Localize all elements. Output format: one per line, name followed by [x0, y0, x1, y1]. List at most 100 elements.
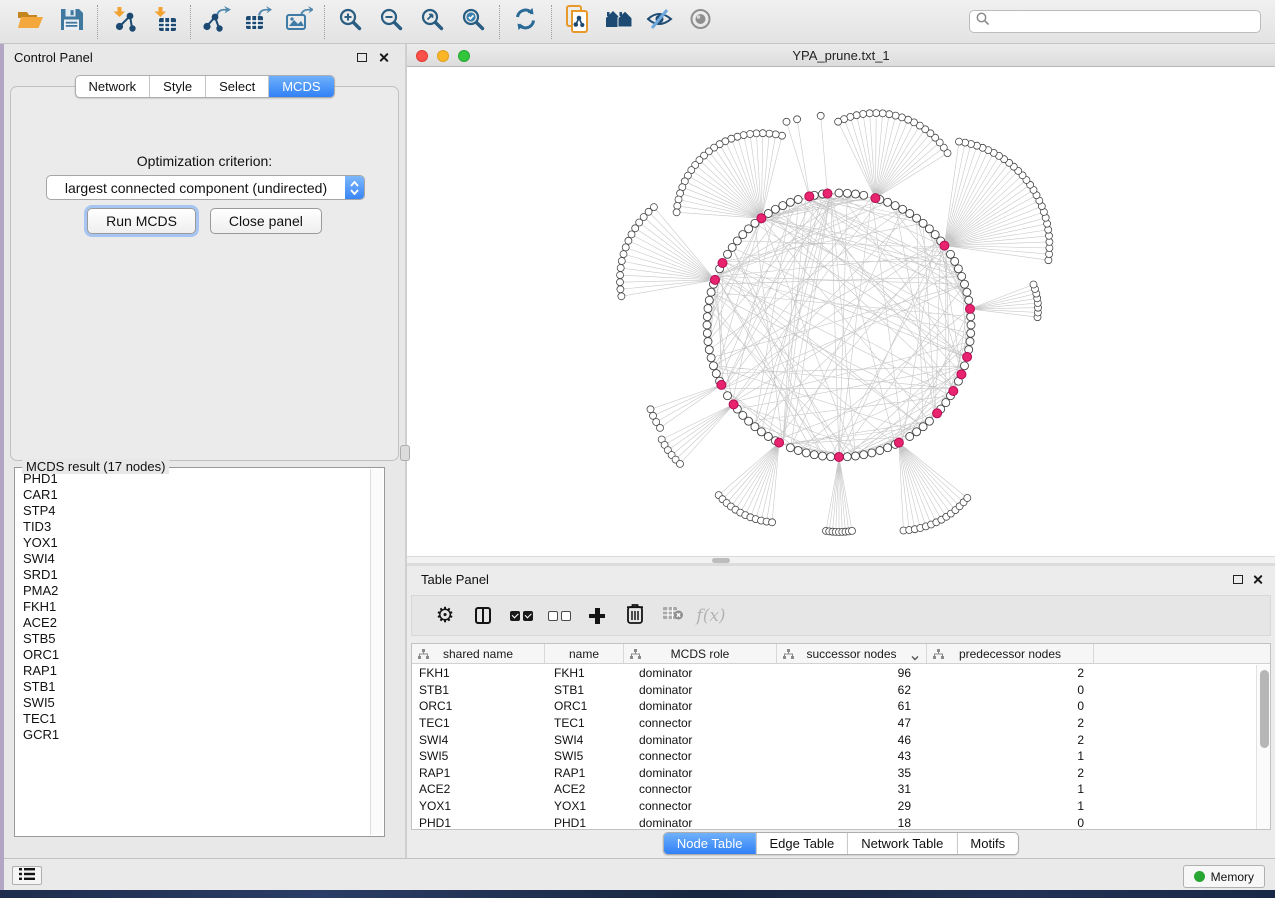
deselect-all-button[interactable] — [540, 599, 578, 633]
float-window-icon[interactable] — [357, 53, 367, 62]
list-item[interactable]: TEC1 — [16, 711, 369, 727]
mcds-hub-node[interactable] — [940, 241, 949, 250]
network-node[interactable] — [827, 453, 835, 461]
network-node[interactable] — [710, 362, 718, 370]
mcds-hub-node[interactable] — [957, 370, 966, 379]
list-item[interactable]: RAP1 — [16, 663, 369, 679]
table-row[interactable]: SWI5SWI5connector431 — [412, 748, 1256, 765]
import-network-button[interactable] — [103, 4, 144, 40]
mcds-hub-node[interactable] — [775, 438, 784, 447]
tab-node-table[interactable]: Node Table — [664, 833, 757, 854]
column-header-mcds-role[interactable]: MCDS role — [624, 644, 777, 663]
show-graphics-details-button[interactable] — [680, 4, 721, 40]
mcds-hub-node[interactable] — [835, 453, 844, 462]
network-leaf-node[interactable] — [622, 244, 629, 251]
function-builder-button[interactable]: f(x) — [692, 599, 730, 633]
network-node[interactable] — [906, 210, 914, 218]
mcds-result-scrollbar[interactable] — [370, 469, 383, 835]
network-leaf-node[interactable] — [617, 272, 624, 279]
show-panels-button[interactable] — [12, 866, 42, 885]
network-node[interactable] — [884, 444, 892, 452]
export-table-button[interactable] — [237, 4, 278, 40]
network-node[interactable] — [843, 453, 851, 461]
tab-select[interactable]: Select — [206, 76, 269, 97]
criterion-select[interactable]: largest connected component (undirected) — [46, 175, 365, 200]
network-canvas[interactable] — [407, 67, 1275, 556]
network-node[interactable] — [947, 250, 955, 258]
import-table-button[interactable] — [144, 4, 185, 40]
network-node[interactable] — [794, 196, 802, 204]
network-node[interactable] — [703, 321, 711, 329]
network-leaf-node[interactable] — [879, 110, 886, 117]
network-node[interactable] — [764, 433, 772, 441]
network-horizontal-scrollbar[interactable] — [407, 556, 1275, 563]
float-window-icon[interactable] — [1233, 575, 1243, 584]
mcds-hub-node[interactable] — [717, 380, 726, 389]
network-node[interactable] — [906, 433, 914, 441]
list-item[interactable]: ACE2 — [16, 615, 369, 631]
network-leaf-node[interactable] — [766, 130, 773, 137]
network-leaf-node[interactable] — [873, 110, 880, 117]
network-leaf-node[interactable] — [657, 424, 664, 431]
network-leaf-node[interactable] — [674, 202, 681, 209]
mcds-hub-node[interactable] — [871, 194, 880, 203]
column-header-shared-name[interactable]: shared name — [412, 644, 545, 663]
mcds-hub-node[interactable] — [729, 400, 738, 409]
list-item[interactable]: PMA2 — [16, 583, 369, 599]
list-item[interactable]: PHD1 — [16, 471, 369, 487]
search-box[interactable] — [969, 10, 1261, 33]
network-node[interactable] — [724, 392, 732, 400]
network-node[interactable] — [786, 444, 794, 452]
network-node[interactable] — [724, 250, 732, 258]
network-leaf-node[interactable] — [886, 111, 893, 118]
network-node[interactable] — [961, 362, 969, 370]
mcds-hub-node[interactable] — [933, 409, 942, 418]
table-settings-button[interactable]: ⚙ — [426, 599, 464, 633]
network-node[interactable] — [707, 288, 715, 296]
network-leaf-node[interactable] — [783, 118, 790, 125]
network-overview-button[interactable] — [598, 4, 639, 40]
table-row[interactable]: SWI4SWI4dominator462 — [412, 731, 1256, 748]
network-leaf-node[interactable] — [617, 279, 624, 286]
network-window-titlebar[interactable]: YPA_prune.txt_1 — [407, 44, 1275, 67]
network-leaf-node[interactable] — [620, 251, 627, 258]
network-node[interactable] — [712, 370, 720, 378]
network-node[interactable] — [884, 198, 892, 206]
mcds-hub-node[interactable] — [711, 275, 720, 284]
add-column-button[interactable] — [578, 599, 616, 633]
network-leaf-node[interactable] — [675, 196, 682, 203]
zoom-in-button[interactable] — [330, 4, 371, 40]
search-input[interactable] — [995, 14, 1254, 29]
network-leaf-node[interactable] — [835, 118, 842, 125]
tab-edge-table[interactable]: Edge Table — [756, 833, 848, 854]
network-leaf-node[interactable] — [617, 265, 624, 272]
tab-mcds[interactable]: MCDS — [269, 76, 333, 97]
network-node[interactable] — [786, 198, 794, 206]
zoom-fit-button[interactable] — [412, 4, 453, 40]
mcds-hub-node[interactable] — [894, 438, 903, 447]
tab-network[interactable]: Network — [75, 76, 150, 97]
network-node[interactable] — [771, 205, 779, 213]
network-leaf-node[interactable] — [964, 495, 971, 502]
memory-button[interactable]: Memory — [1183, 865, 1265, 888]
network-leaf-node[interactable] — [849, 527, 856, 534]
network-node[interactable] — [852, 190, 860, 198]
network-node[interactable] — [967, 321, 975, 329]
table-row[interactable]: TEC1TEC1connector472 — [412, 715, 1256, 732]
network-leaf-node[interactable] — [647, 406, 654, 413]
tab-network-table[interactable]: Network Table — [848, 833, 957, 854]
network-leaf-node[interactable] — [898, 114, 905, 121]
network-leaf-node[interactable] — [625, 237, 632, 244]
list-item[interactable]: TID3 — [16, 519, 369, 535]
table-vertical-scrollbar[interactable] — [1256, 665, 1270, 829]
table-row[interactable]: STB1STB1dominator620 — [412, 682, 1256, 699]
network-leaf-node[interactable] — [956, 138, 963, 145]
network-node[interactable] — [852, 452, 860, 460]
network-leaf-node[interactable] — [892, 112, 899, 119]
list-item[interactable]: STB1 — [16, 679, 369, 695]
network-node[interactable] — [967, 313, 975, 321]
mcds-hub-node[interactable] — [823, 189, 832, 198]
close-panel-icon[interactable] — [1252, 574, 1263, 585]
list-item[interactable]: GCR1 — [16, 727, 369, 743]
table-row[interactable]: ACE2ACE2connector311 — [412, 781, 1256, 798]
